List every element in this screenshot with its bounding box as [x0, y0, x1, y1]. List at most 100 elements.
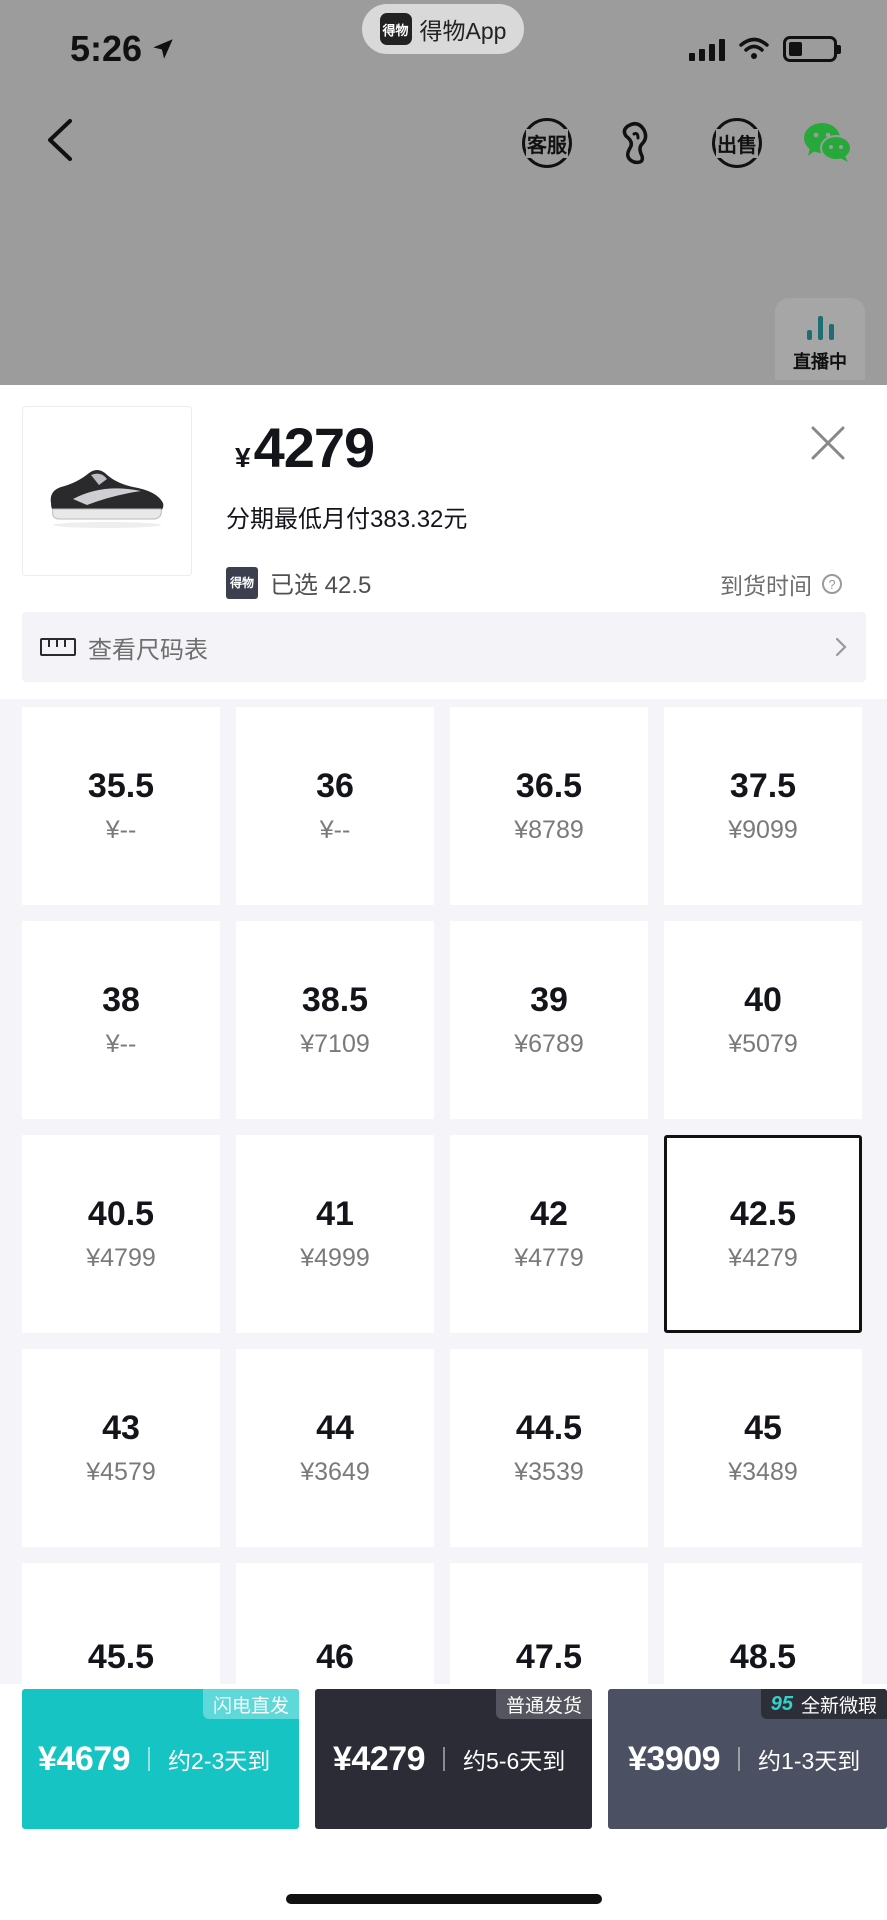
buy-option-price: ¥4679 — [38, 1739, 131, 1778]
buy-option-eta: 约1-3天到 — [758, 1748, 861, 1774]
size-label: 45.5 — [87, 1637, 155, 1676]
size-label: 46 — [316, 1637, 354, 1676]
size-label: 37.5 — [729, 767, 797, 805]
installment-text: 分期最低月付383.32元 — [226, 506, 468, 533]
app-name: 得物App — [419, 18, 507, 44]
size-option-47-5[interactable]: 47.5 — [450, 1563, 648, 1684]
size-option-41[interactable]: 41 ¥4999 — [236, 1135, 434, 1333]
selected-price: ¥ 4279 — [235, 416, 375, 479]
size-price: ¥4799 — [86, 1244, 156, 1272]
question-icon: ? — [822, 574, 842, 594]
size-price: ¥7109 — [300, 1030, 370, 1058]
ruler-icon — [40, 638, 76, 656]
live-bars-icon — [806, 314, 834, 340]
size-price: ¥3489 — [728, 1458, 798, 1486]
size-price: ¥-- — [105, 816, 137, 844]
location-arrow-icon — [153, 39, 173, 59]
size-label: 43 — [102, 1409, 140, 1447]
size-option-42[interactable]: 42 ¥4779 — [450, 1135, 648, 1333]
size-label: 42.5 — [729, 1195, 797, 1233]
size-price: ¥5079 — [728, 1030, 798, 1058]
size-option-36-5[interactable]: 36.5 ¥8789 — [450, 707, 648, 905]
size-chart-button[interactable]: 查看尺码表 — [22, 612, 866, 682]
size-label: 40.5 — [87, 1195, 155, 1233]
buy-option-tag: 95 全新微瑕 — [760, 1689, 887, 1719]
size-option-37-5[interactable]: 37.5 ¥9099 — [664, 707, 862, 905]
buy-option-eta: 约5-6天到 — [463, 1748, 566, 1774]
size-option-40[interactable]: 40 ¥5079 — [664, 921, 862, 1119]
status-time: 5:26 — [70, 28, 176, 70]
buy-option-tag: 普通发货 — [495, 1689, 592, 1719]
dewu-logo-icon: 得物 — [226, 566, 258, 599]
size-option-46[interactable]: 46 — [236, 1563, 434, 1684]
product-thumbnail — [22, 406, 192, 576]
cellular-signal-icon — [689, 37, 725, 61]
divider — [738, 1747, 741, 1771]
size-option-38-5[interactable]: 38.5 ¥7109 — [236, 921, 434, 1119]
arrival-time-link[interactable]: 到货时间 ? — [720, 567, 842, 601]
home-indicator[interactable] — [286, 1894, 602, 1904]
size-label: 47.5 — [515, 1637, 583, 1676]
sell-button[interactable]: 出售 — [712, 118, 762, 168]
size-label: 48.5 — [729, 1637, 797, 1676]
size-label: 42 — [530, 1195, 568, 1233]
live-stream-button[interactable]: 直播中 — [775, 298, 865, 380]
size-option-44[interactable]: 44 ¥3649 — [236, 1349, 434, 1547]
size-option-39[interactable]: 39 ¥6789 — [450, 921, 648, 1119]
size-label: 36 — [316, 767, 354, 805]
sell-label: 出售 — [716, 128, 758, 158]
arrival-time-label: 到货时间 — [720, 573, 812, 599]
size-label: 40 — [744, 981, 782, 1019]
buy-option-like-new[interactable]: 95 全新微瑕 ¥3909 约1-3天到 — [608, 1689, 887, 1829]
size-grid-area[interactable]: 35.5 ¥-- 36 ¥-- 36.5 ¥8789 37.5 ¥9099 38 ¥-- 38.5 ¥… — [0, 699, 887, 1684]
buy-option-standard[interactable]: 普通发货 ¥4279 约5-6天到 — [315, 1689, 592, 1829]
chevron-right-icon — [835, 637, 847, 657]
buy-option-price: ¥3909 — [628, 1739, 721, 1778]
size-price: ¥4279 — [728, 1244, 798, 1272]
size-label: 36.5 — [515, 767, 583, 805]
buy-option-price: ¥4279 — [333, 1739, 426, 1778]
size-option-48-5[interactable]: 48.5 — [664, 1563, 862, 1684]
live-label: 直播中 — [793, 352, 847, 372]
size-option-38[interactable]: 38 ¥-- — [22, 921, 220, 1119]
size-label: 38.5 — [301, 981, 369, 1019]
size-label: 41 — [316, 1195, 354, 1233]
customer-service-label: 客服 — [526, 128, 568, 158]
size-price: ¥4779 — [514, 1244, 584, 1272]
size-option-35-5[interactable]: 35.5 ¥-- — [22, 707, 220, 905]
selected-size-text: 已选 42.5 — [270, 572, 372, 599]
grade-95-badge: 95 — [770, 1692, 793, 1715]
close-icon[interactable] — [810, 425, 846, 461]
size-price: ¥-- — [105, 1030, 137, 1058]
size-option-40-5[interactable]: 40.5 ¥4799 — [22, 1135, 220, 1333]
size-label: 44.5 — [515, 1409, 583, 1447]
wechat-icon[interactable] — [800, 118, 856, 168]
size-price: ¥4999 — [300, 1244, 370, 1272]
buy-option-express[interactable]: 闪电直发 ¥4679 约2-3天到 — [22, 1689, 299, 1829]
size-option-44-5[interactable]: 44.5 ¥3539 — [450, 1349, 648, 1547]
back-chevron-icon[interactable] — [40, 115, 80, 165]
size-label: 39 — [530, 981, 568, 1019]
status-icons — [689, 36, 841, 62]
customer-service-button[interactable]: 客服 — [522, 118, 572, 168]
buy-option-tag: 闪电直发 — [202, 1689, 299, 1719]
size-price: ¥9099 — [728, 816, 798, 844]
divider — [443, 1747, 446, 1771]
buy-option-eta: 约2-3天到 — [168, 1748, 271, 1774]
size-option-45[interactable]: 45 ¥3489 — [664, 1349, 862, 1547]
size-option-36[interactable]: 36 ¥-- — [236, 707, 434, 905]
dimmed-background[interactable]: 5:26 得物 得物App 客服 出售 直播中 — [0, 0, 887, 385]
size-grid: 35.5 ¥-- 36 ¥-- 36.5 ¥8789 37.5 ¥9099 38 ¥-- 38.5 ¥… — [22, 707, 862, 1684]
sneaker-image — [50, 470, 164, 528]
size-price: ¥-- — [319, 816, 351, 844]
app-return-pill[interactable]: 得物 得物App — [362, 4, 524, 54]
size-option-42-5[interactable]: 42.5 ¥4279 — [664, 1135, 862, 1333]
footprint-icon[interactable] — [612, 118, 662, 168]
selected-size-row: 得物 已选 42.5 — [226, 565, 371, 600]
size-chart-label: 查看尺码表 — [88, 636, 208, 664]
size-option-43[interactable]: 43 ¥4579 — [22, 1349, 220, 1547]
size-option-45-5[interactable]: 45.5 — [22, 1563, 220, 1684]
size-price: ¥3539 — [514, 1458, 584, 1486]
size-label: 45 — [744, 1409, 782, 1447]
size-price: ¥4579 — [86, 1458, 156, 1486]
